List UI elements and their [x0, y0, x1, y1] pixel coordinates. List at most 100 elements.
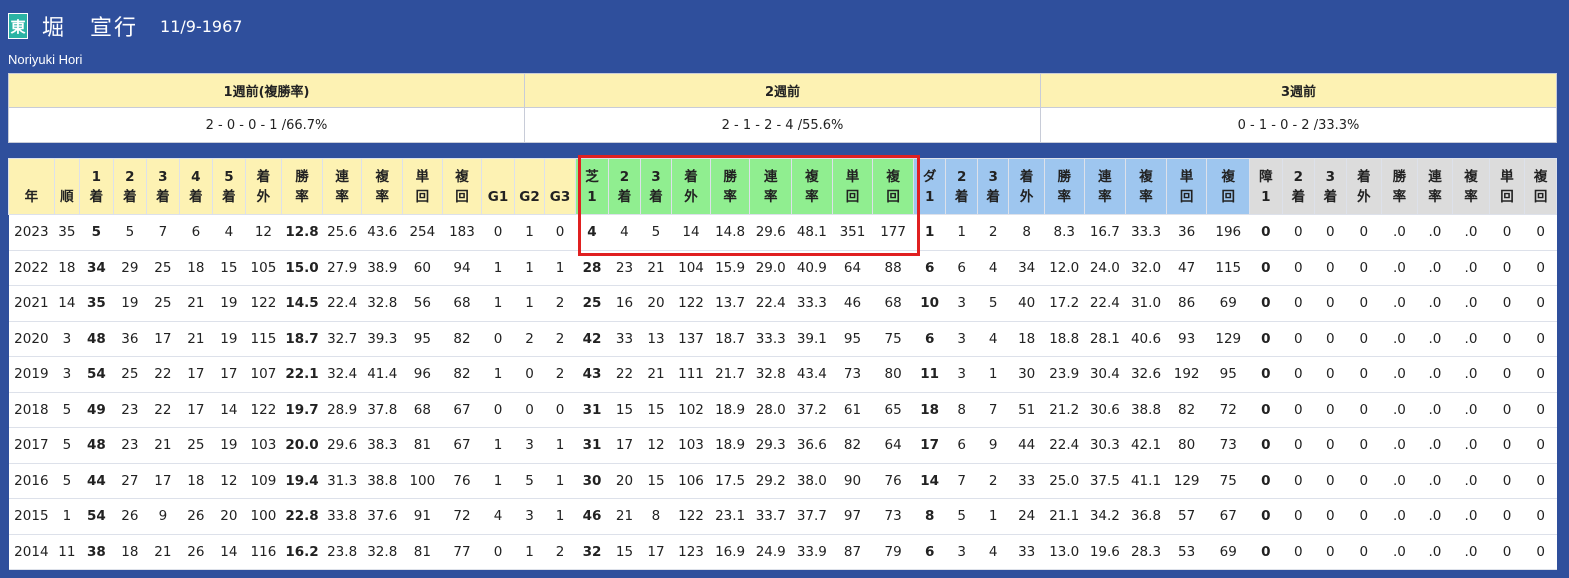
- table-cell: 39.1: [791, 321, 833, 357]
- table-cell: 0: [481, 214, 515, 251]
- table-cell: 107: [245, 356, 282, 393]
- table-cell: 13.0: [1044, 534, 1085, 570]
- table-cell: 22.4: [1044, 427, 1085, 464]
- column-header-top: 2: [125, 168, 135, 185]
- table-cell: 105: [245, 250, 282, 286]
- table-cell: 2016: [8, 463, 55, 499]
- table-cell: 87: [832, 534, 873, 570]
- column-header-bottom: 率: [1392, 188, 1407, 205]
- table-cell: .0: [1381, 321, 1418, 357]
- table-cell: 0: [1282, 321, 1315, 357]
- table-cell: 5: [54, 463, 80, 499]
- table-cell: .0: [1381, 392, 1418, 428]
- table-cell: 0: [1489, 392, 1525, 428]
- table-cell: 22.4: [749, 285, 792, 322]
- table-cell: .0: [1452, 285, 1490, 322]
- table-cell: 81: [402, 427, 443, 464]
- table-cell: 13: [640, 321, 672, 357]
- table-cell: 24: [1008, 498, 1045, 535]
- table-cell: 44: [79, 463, 114, 499]
- table-cell: 0: [1489, 534, 1525, 570]
- column-header-top: 2: [956, 168, 967, 185]
- table-cell: 20: [608, 463, 641, 499]
- column-header-top: 連: [335, 168, 349, 185]
- stats-header-row: 年 順1着2着3着4着5着着外勝率連率複率単回複回 G1 G2 G3 芝 1 2 着 3 着…: [8, 158, 1557, 215]
- week1-header: 1週前(複勝率): [8, 73, 525, 108]
- table-cell: 3: [945, 534, 978, 570]
- table-cell: 39.3: [361, 321, 403, 357]
- table-cell: 95: [402, 321, 443, 357]
- table-cell: 23.8: [322, 534, 362, 570]
- table-row: 2023 35 5 5 7 6 4 12 12.8 25.6 43.6 254 183 0 1 0 4 4 5 14 1…: [8, 214, 1557, 251]
- table-cell: 36.8: [1125, 498, 1167, 535]
- column-header-bottom: 外: [1357, 188, 1371, 205]
- table-cell: 0: [481, 534, 515, 570]
- column-header: 複率: [1452, 158, 1490, 215]
- table-cell: 12.0: [1044, 250, 1085, 286]
- table-cell: 14: [671, 214, 711, 251]
- column-header-top: 3: [988, 168, 998, 185]
- table-cell: 33.3: [791, 285, 833, 322]
- table-cell: 0: [1346, 392, 1382, 428]
- table-cell: 21: [640, 356, 672, 393]
- table-cell: 54: [79, 356, 114, 393]
- table-cell: 79: [872, 534, 914, 570]
- column-header: 着外: [1345, 158, 1383, 215]
- table-cell: 18: [113, 534, 147, 570]
- table-cell: .0: [1452, 534, 1490, 570]
- column-header-top: 単: [415, 168, 430, 185]
- table-cell: 8: [640, 498, 672, 535]
- table-cell: 0: [1346, 498, 1382, 535]
- table-cell: 24.0: [1084, 250, 1126, 286]
- table-cell: 0: [1346, 356, 1382, 393]
- table-cell: 16.7: [1084, 214, 1126, 251]
- table-cell: 43.6: [361, 214, 403, 251]
- column-header-bottom: 率: [1428, 188, 1442, 205]
- table-cell: 37.2: [791, 392, 833, 428]
- table-cell: 12: [212, 463, 246, 499]
- table-cell: .0: [1381, 214, 1418, 251]
- table-cell: 90: [832, 463, 873, 499]
- table-cell: 7: [977, 392, 1009, 428]
- table-cell: 111: [671, 356, 711, 393]
- table-cell: 28.3: [1125, 534, 1167, 570]
- table-cell: 0: [1489, 250, 1525, 286]
- table-cell: 3: [945, 321, 978, 357]
- week1-value: 2 - 0 - 0 - 1 /66.7%: [8, 107, 525, 143]
- table-cell: 0: [1489, 427, 1525, 464]
- table-cell: 0: [1249, 321, 1283, 357]
- table-cell: 46: [832, 285, 873, 322]
- table-cell: 12.8: [281, 214, 323, 251]
- column-header: 単回: [831, 158, 874, 215]
- column-header-bottom: 回: [1500, 188, 1514, 205]
- table-cell: 28.0: [749, 392, 792, 428]
- table-cell: 2021: [8, 285, 55, 322]
- table-cell: 0: [1249, 214, 1283, 251]
- table-cell: 26: [113, 498, 147, 535]
- table-cell: 21: [640, 250, 672, 286]
- table-cell: 0: [1314, 463, 1347, 499]
- table-cell: 0: [1314, 285, 1347, 322]
- column-header: G1: [481, 158, 515, 215]
- table-cell: 24.9: [749, 534, 792, 570]
- table-cell: 64: [832, 250, 873, 286]
- table-cell: 16: [608, 285, 641, 322]
- table-cell: 30: [575, 463, 609, 499]
- table-cell: 46: [575, 498, 609, 535]
- table-cell: 19.4: [281, 463, 323, 499]
- table-cell: 0: [1249, 427, 1283, 464]
- column-header-bottom: 率: [1464, 188, 1478, 205]
- table-cell: 43: [575, 356, 609, 393]
- table-cell: 61: [832, 392, 873, 428]
- table-cell: 5: [640, 214, 672, 251]
- table-cell: 19: [212, 427, 246, 464]
- table-row: 2014 11 38 18 21 26 14 116 16.2 23.8 32.8 81 77 0 1 2 32…: [8, 534, 1557, 570]
- table-cell: 69: [1206, 285, 1250, 322]
- table-cell: 28: [575, 250, 609, 286]
- table-cell: 2014: [8, 534, 55, 570]
- table-cell: .0: [1381, 498, 1418, 535]
- table-cell: 48.1: [791, 214, 833, 251]
- column-header-bottom: 1: [1261, 188, 1271, 205]
- column-header-bottom: G3: [549, 188, 571, 205]
- jockey-name-jp: 堀 宣行: [42, 16, 139, 41]
